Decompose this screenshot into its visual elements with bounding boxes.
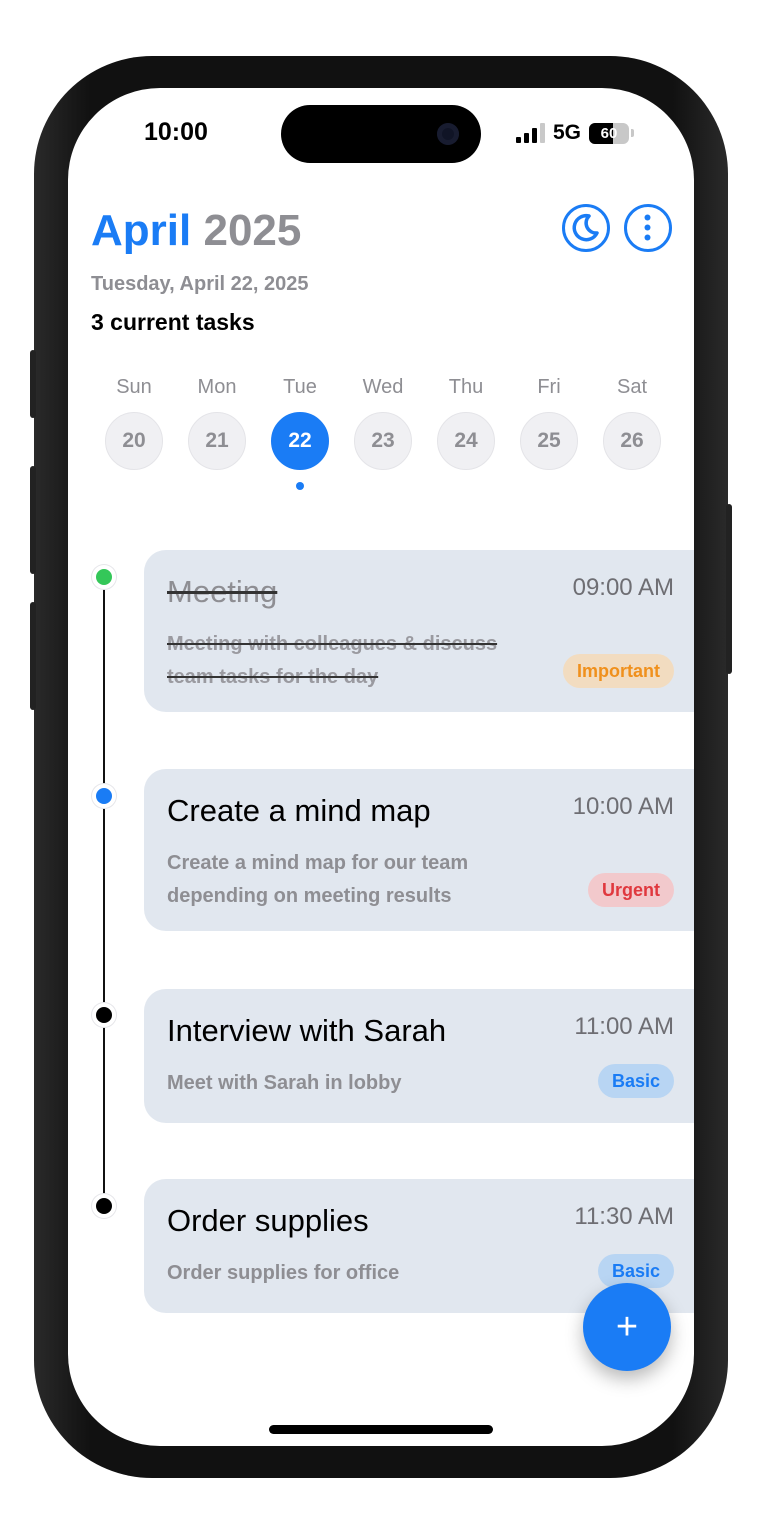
- day-sat[interactable]: Sat 26: [600, 374, 664, 470]
- moon-icon: [572, 213, 599, 242]
- status-time: 10:00: [144, 118, 208, 146]
- plus-icon: +: [615, 1306, 639, 1348]
- page-title: April 2025: [91, 206, 301, 256]
- day-tue[interactable]: Tue 22: [268, 374, 332, 490]
- week-strip: Sun 20 Mon 21 Tue 22 Wed 23 Thu 24 Fri 25 Sat 26: [102, 374, 662, 494]
- task-description: Meeting with colleagues & discuss team t…: [167, 633, 498, 688]
- day-thu[interactable]: Thu 24: [434, 374, 498, 470]
- priority-badge: Basic: [597, 1064, 674, 1098]
- timeline-dot: [96, 1007, 112, 1023]
- battery-percent: 60: [600, 124, 618, 142]
- day-number[interactable]: 25: [520, 412, 578, 470]
- day-label: Sat: [616, 376, 648, 398]
- task-title: Meeting: [167, 574, 278, 609]
- dynamic-island: [281, 105, 481, 163]
- day-label: Fri: [537, 376, 561, 398]
- battery-icon: 60: [589, 122, 630, 144]
- task-description: Meet with Sarah in lobby: [167, 1072, 402, 1094]
- task-time: 09:00 AM: [572, 574, 674, 601]
- timeline-line: [103, 578, 105, 1206]
- home-indicator[interactable]: [269, 1425, 493, 1434]
- action-button: [30, 350, 36, 418]
- front-camera-icon: [437, 123, 459, 145]
- day-label: Wed: [362, 376, 404, 398]
- task-title: Interview with Sarah: [167, 1013, 447, 1048]
- task-card[interactable]: Meeting 09:00 AM Meeting with colleagues &…: [144, 550, 694, 712]
- task-count: 3 current tasks: [91, 309, 255, 335]
- status-indicators: 5G 60: [516, 119, 635, 147]
- task-description: Order supplies for office: [167, 1262, 400, 1284]
- timeline-dot: [96, 1198, 112, 1214]
- day-number[interactable]: 21: [188, 412, 246, 470]
- day-wed[interactable]: Wed 23: [351, 374, 415, 470]
- day-number[interactable]: 22: [271, 412, 329, 470]
- day-number[interactable]: 23: [354, 412, 412, 470]
- task-title: Create a mind map: [167, 793, 431, 828]
- task-time: 11:00 AM: [574, 1013, 674, 1040]
- volume-down-button: [30, 602, 36, 710]
- app-screen: 10:00 5G 60 April 2025 Tuesday, April 22…: [68, 88, 694, 1446]
- current-date: Tuesday, April 22, 2025: [91, 273, 309, 295]
- selected-day-indicator: [296, 482, 304, 490]
- day-label: Mon: [197, 376, 237, 398]
- task-time: 11:30 AM: [574, 1203, 674, 1230]
- task-title: Order supplies: [167, 1203, 369, 1238]
- volume-up-button: [30, 466, 36, 574]
- task-time: 10:00 AM: [572, 793, 674, 820]
- day-label: Sun: [116, 376, 152, 398]
- day-fri[interactable]: Fri 25: [517, 374, 581, 470]
- day-mon[interactable]: Mon 21: [185, 374, 249, 470]
- task-card[interactable]: Interview with Sarah 11:00 AM Meet with Sa…: [144, 989, 694, 1123]
- day-label: Thu: [448, 376, 484, 398]
- priority-badge: Basic: [597, 1254, 674, 1288]
- signal-icon: [516, 123, 545, 143]
- more-vertical-icon: [644, 214, 651, 241]
- day-sun[interactable]: Sun 20: [102, 374, 166, 470]
- priority-badge: Urgent: [588, 873, 674, 907]
- task-description: Create a mind map for our team depending…: [167, 852, 469, 907]
- day-label: Tue: [283, 376, 317, 398]
- year: 2025: [203, 206, 302, 255]
- day-number[interactable]: 26: [603, 412, 661, 470]
- timeline-dot: [96, 788, 112, 804]
- month-name: April: [91, 206, 192, 255]
- day-number[interactable]: 24: [437, 412, 495, 470]
- day-number[interactable]: 20: [105, 412, 163, 470]
- priority-badge: Important: [563, 654, 674, 688]
- more-options-button[interactable]: [624, 204, 672, 252]
- timeline-dot: [96, 569, 112, 585]
- battery-tip: [631, 129, 635, 137]
- task-card[interactable]: Create a mind map 10:00 AM Create a mind m…: [144, 769, 694, 931]
- power-button: [726, 504, 732, 674]
- dark-mode-button[interactable]: [562, 204, 610, 252]
- network-label: 5G: [553, 121, 582, 144]
- add-task-button[interactable]: +: [583, 1283, 671, 1371]
